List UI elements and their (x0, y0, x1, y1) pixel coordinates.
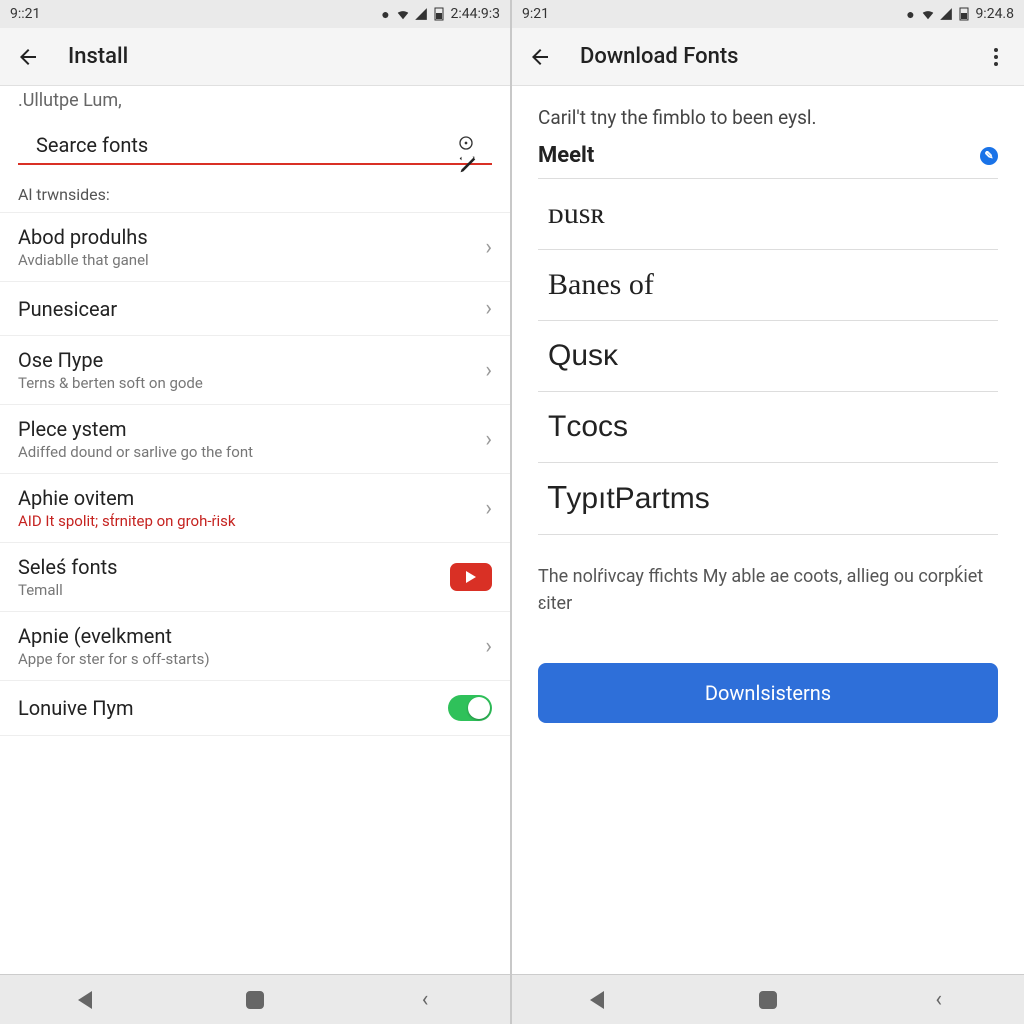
nav-back-icon[interactable] (582, 985, 612, 1015)
list-sub: Avdiablle that ganel (18, 251, 485, 269)
page-title: Install (68, 44, 494, 69)
list-title: Seleś fonts (18, 555, 450, 579)
globe-icon: ● (903, 7, 917, 21)
list-title: Ose Пype (18, 348, 485, 372)
list-sub: AID It spolit; st́rnitep on groh-ṙisk (18, 512, 485, 530)
youtube-icon[interactable] (450, 563, 492, 591)
font-list: ᴅusʀ Banes of Qusᴋ Tᴄocs ꓔypıtPartms (538, 178, 998, 535)
app-bar: Download Fonts (512, 28, 1024, 86)
preview-text: Meelt (538, 143, 594, 168)
status-clock: 9:24.8 (975, 6, 1014, 22)
chevron-right-icon: › (485, 634, 492, 659)
search-row[interactable]: Searce fonts (18, 121, 492, 165)
nav-bar: ‹ (0, 974, 510, 1024)
download-button[interactable]: Downlsisterns (538, 663, 998, 723)
list-title: Apnie (evelkment (18, 624, 485, 648)
status-right: ● 2:44:9:3 (378, 6, 500, 22)
nav-home-icon[interactable] (753, 985, 783, 1015)
wifi-icon (921, 7, 935, 21)
list-item[interactable]: Punesicear › (0, 282, 510, 336)
status-clock: 2:44:9:3 (450, 6, 500, 22)
status-time: 9:21 (522, 6, 549, 22)
phone-screen-install: 9::21 ● 2:44:9:3 Install .Ullutpe Lum, S… (0, 0, 512, 1024)
list-item-video[interactable]: Seleś fonts Temall (0, 543, 510, 612)
font-option[interactable]: Banes of (538, 249, 998, 320)
list-title: Aphie ovitem (18, 486, 485, 510)
list-item[interactable]: Plece ystem Adiffed dound or sarlive go … (0, 405, 510, 474)
intro-text: Caril't tny the fimblo to been eysl. (512, 86, 1024, 139)
status-bar: 9::21 ● 2:44:9:3 (0, 0, 510, 28)
font-option[interactable]: Qusᴋ (538, 320, 998, 391)
chevron-right-icon: › (485, 496, 492, 521)
font-option[interactable]: ꓔypıtPartms (538, 462, 998, 535)
list-title: Plece ystem (18, 417, 485, 441)
page-title: Download Fonts (580, 44, 984, 69)
footer-text: The nolŕivcay ffichts My able ae coots, … (512, 535, 1024, 645)
arrow-diag-icon (456, 153, 478, 175)
battery-icon (432, 7, 446, 21)
signal-icon (939, 7, 953, 21)
preview-label: Meelt ✎ (512, 139, 1024, 172)
list-item[interactable]: Aphie ovitem AID It spolit; st́rnitep on… (0, 474, 510, 543)
list-sub: Temall (18, 581, 450, 599)
more-icon[interactable] (984, 45, 1008, 69)
status-bar: 9:21 ● 9:24.8 (512, 0, 1024, 28)
font-option[interactable]: ᴅusʀ (538, 178, 998, 249)
edit-icon[interactable]: ✎ (980, 147, 998, 165)
content-area: .Ullutpe Lum, Searce fonts Al trwnsides:… (0, 86, 510, 974)
search-label: Searce fonts (36, 133, 148, 157)
battery-icon (957, 7, 971, 21)
nav-home-icon[interactable] (240, 985, 270, 1015)
chevron-right-icon: › (485, 296, 492, 321)
list-title: Punesicear (18, 297, 485, 321)
chevron-right-icon: › (485, 358, 492, 383)
search-icon-wrap (458, 135, 474, 155)
status-right: ● 9:24.8 (903, 6, 1014, 22)
back-icon[interactable] (16, 45, 40, 69)
list-item[interactable]: Ose Пype Terns & berten soft on gode › (0, 336, 510, 405)
list-sub: Adiffed dound or sarlive go the font (18, 443, 485, 461)
nav-bar: ‹ (512, 974, 1024, 1024)
globe-icon: ● (378, 7, 392, 21)
nav-recent-icon[interactable]: ‹ (924, 985, 954, 1015)
chevron-right-icon: › (485, 427, 492, 452)
wifi-icon (396, 7, 410, 21)
list-sub: Appe for ster for s off-starts) (18, 650, 485, 668)
back-icon[interactable] (528, 45, 552, 69)
chevron-right-icon: › (485, 235, 492, 260)
status-time: 9::21 (10, 6, 40, 22)
list-item[interactable]: Apnie (evelkment Appe for ster for s off… (0, 612, 510, 681)
app-bar: Install (0, 28, 510, 86)
font-option[interactable]: Tᴄocs (538, 391, 998, 462)
section-label: Al trwnsides: (0, 173, 510, 213)
nav-recent-icon[interactable]: ‹ (410, 985, 440, 1015)
list-title: Abod produlhs (18, 225, 485, 249)
content-area: Caril't tny the fimblo to been eysl. Mee… (512, 86, 1024, 974)
list-item[interactable]: Abod produlhs Avdiablle that ganel › (0, 213, 510, 282)
target-icon (458, 135, 474, 151)
signal-icon (414, 7, 428, 21)
nav-back-icon[interactable] (70, 985, 100, 1015)
phone-screen-download: 9:21 ● 9:24.8 Download Fonts Caril't tny… (512, 0, 1024, 1024)
list-item-toggle[interactable]: Lonuive Пym (0, 681, 510, 736)
toggle-switch[interactable] (448, 695, 492, 721)
list-sub: Terns & berten soft on gode (18, 374, 485, 392)
cutoff-row: .Ullutpe Lum, (0, 86, 510, 121)
list-title: Lonuive Пym (18, 696, 448, 720)
